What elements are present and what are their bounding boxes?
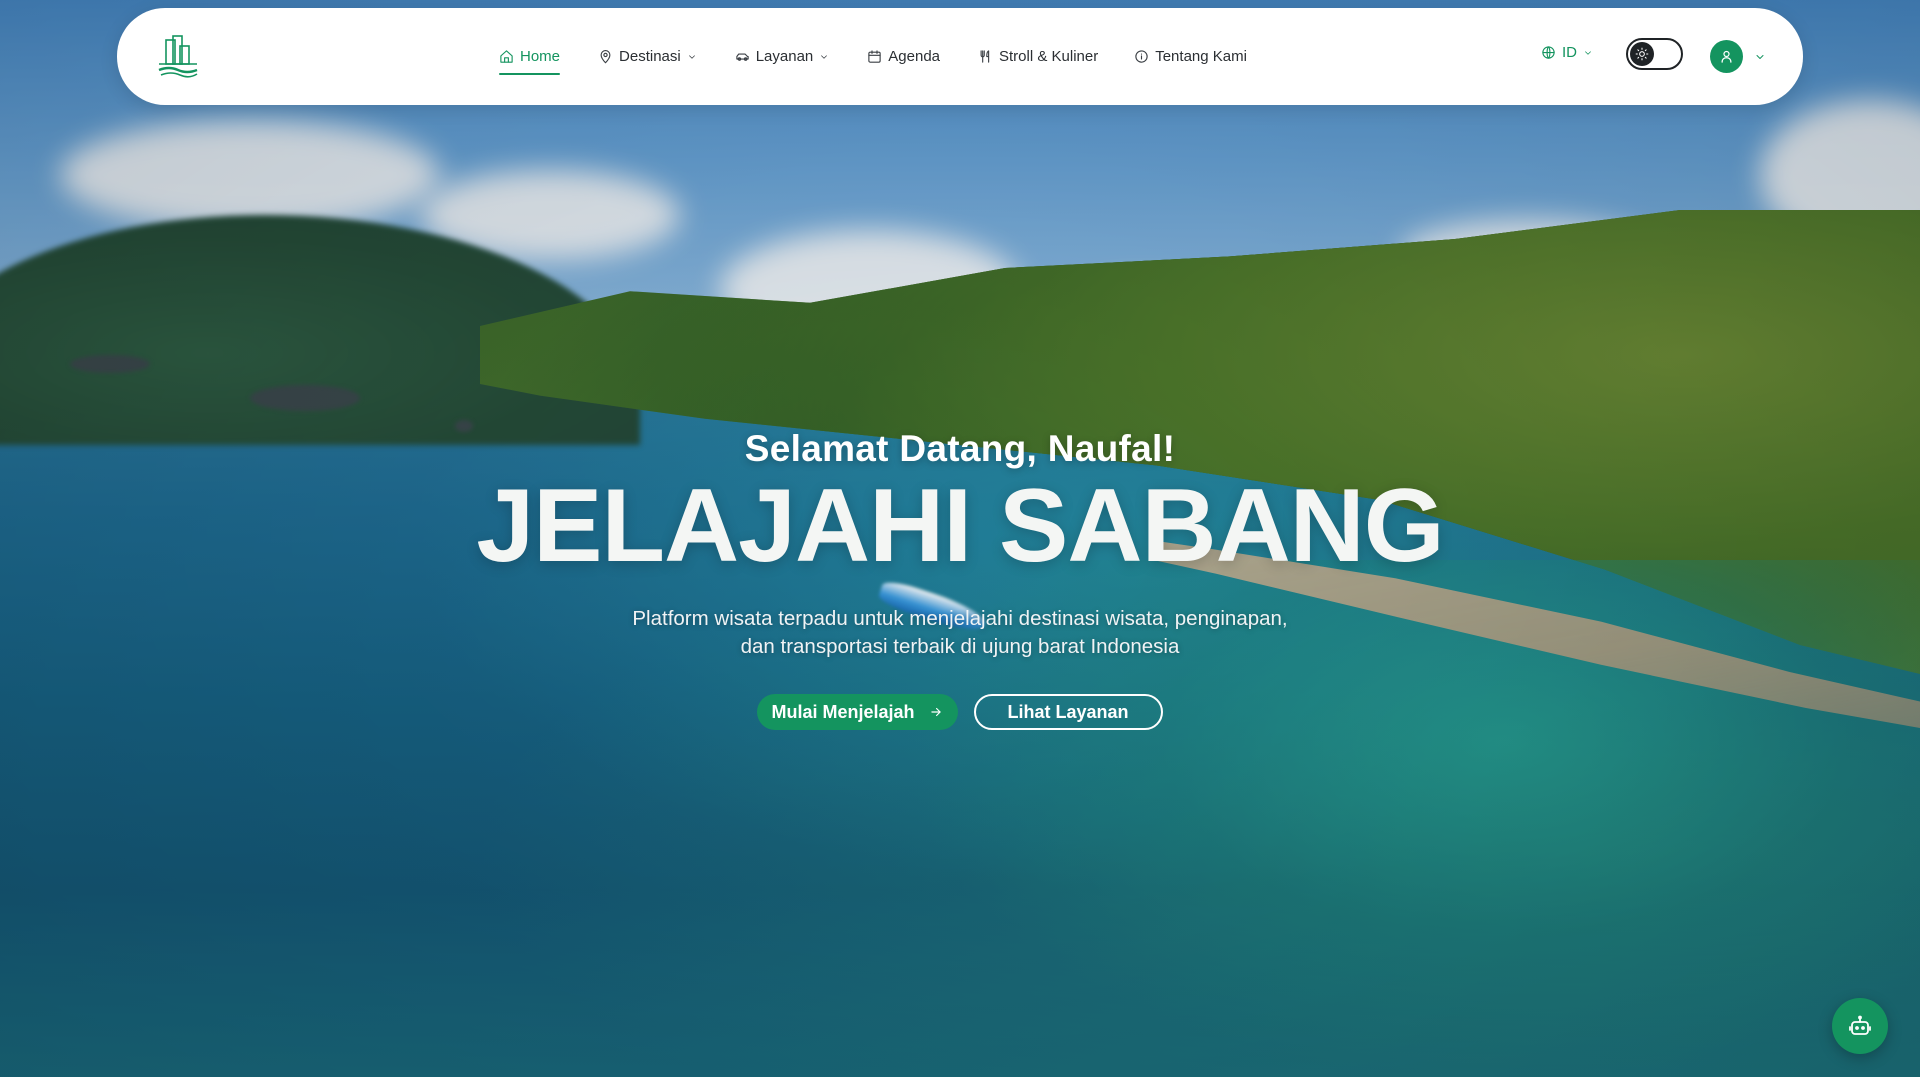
- language-label: ID: [1562, 44, 1577, 61]
- user-icon: [1721, 50, 1732, 63]
- nav-item-agenda[interactable]: Agenda: [867, 37, 940, 77]
- user-menu-chevron[interactable]: [1754, 50, 1766, 62]
- nav-links: Home Destinasi Layanan Agenda Stroll & K…: [499, 8, 1247, 105]
- welcome-greeting: Selamat Datang, Naufal!: [744, 428, 1176, 469]
- chevron-down-icon: [821, 54, 828, 59]
- hero-subtitle: Platform wisata terpadu untuk menjelajah…: [632, 605, 1287, 661]
- view-services-label: Lihat Layanan: [1007, 701, 1129, 722]
- nav-item-label: Stroll & Kuliner: [999, 48, 1099, 65]
- view-services-button[interactable]: Lihat Layanan: [973, 694, 1163, 731]
- calendar-icon: [868, 50, 881, 63]
- chevron-down-icon: [1585, 50, 1591, 55]
- theme-toggle-knob: [1630, 42, 1654, 66]
- nav-item-label: Agenda: [888, 48, 940, 65]
- language-selector[interactable]: ID: [1541, 44, 1593, 61]
- hero-subtitle-line: Platform wisata terpadu untuk menjelajah…: [632, 607, 1288, 631]
- nav-item-label: Tentang Kami: [1155, 48, 1247, 65]
- nav-item-label: Destinasi: [619, 48, 681, 65]
- nav-item-layanan[interactable]: Layanan: [735, 37, 830, 77]
- user-avatar-button[interactable]: [1710, 40, 1743, 73]
- nav-item-home[interactable]: Home: [499, 37, 561, 77]
- chevron-down-icon: [1756, 55, 1764, 59]
- map-pin-icon: [600, 50, 611, 64]
- home-icon: [500, 50, 513, 63]
- cta-row: Mulai Menjelajah Lihat Layanan: [757, 694, 1163, 731]
- utensils-icon: [980, 50, 990, 63]
- sun-icon: [1635, 47, 1649, 61]
- start-exploring-label: Mulai Menjelajah: [771, 701, 915, 722]
- nav-item-tentang-kami[interactable]: Tentang Kami: [1134, 37, 1247, 77]
- nav-item-label: Layanan: [755, 48, 814, 65]
- car-icon: [736, 53, 749, 61]
- hero-headline: JELAJAHI SABANG: [476, 468, 1444, 584]
- navbar: Home Destinasi Layanan Agenda Stroll & K…: [117, 8, 1803, 105]
- arrow-right-icon: [930, 708, 941, 717]
- chatbot-button[interactable]: [1832, 998, 1888, 1054]
- theme-toggle[interactable]: [1626, 38, 1683, 70]
- hero-content: Selamat Datang, Naufal! JELAJAHI SABANG …: [0, 428, 1920, 731]
- info-icon: [1135, 50, 1148, 63]
- nav-item-label: Home: [520, 48, 561, 65]
- nav-item-stroll-kuliner[interactable]: Stroll & Kuliner: [978, 37, 1098, 77]
- jaksabang-logo-icon[interactable]: [153, 32, 203, 82]
- nav-item-destinasi[interactable]: Destinasi: [598, 37, 697, 77]
- bot-icon: [1849, 1015, 1871, 1035]
- hero-subtitle-line: dan transportasi terbaik di ujung barat …: [740, 635, 1180, 659]
- start-exploring-button[interactable]: Mulai Menjelajah: [757, 694, 958, 731]
- chevron-down-icon: [688, 54, 695, 59]
- globe-icon: [1542, 46, 1555, 59]
